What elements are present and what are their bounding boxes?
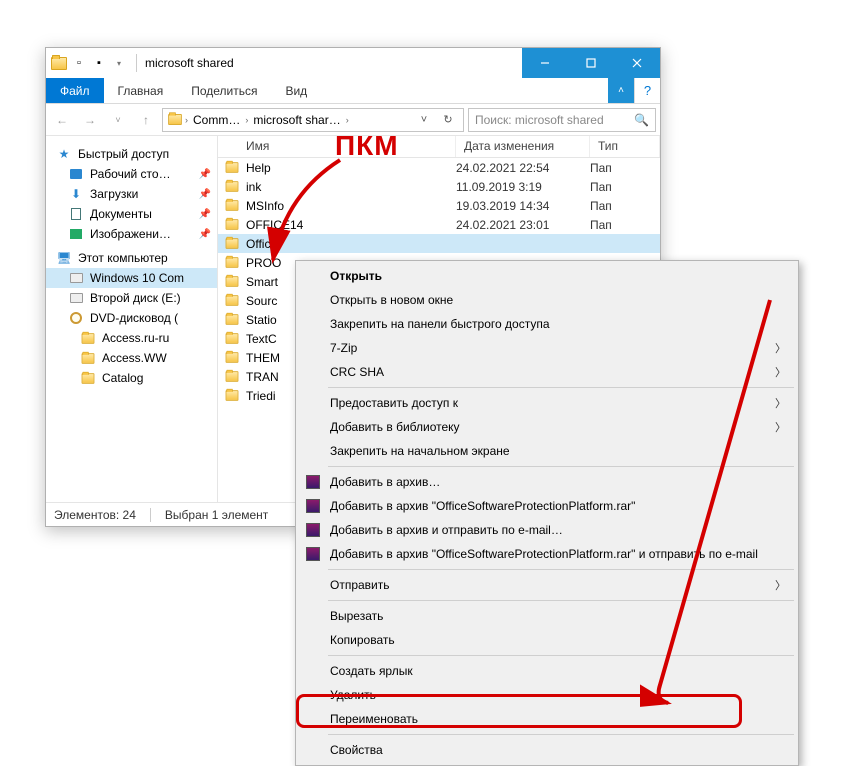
- file-date: 24.02.2021 23:01: [456, 218, 590, 232]
- file-date: 19.03.2019 14:34: [456, 199, 590, 213]
- nav-cdrive[interactable]: Windows 10 Com: [46, 268, 217, 288]
- nav-folder[interactable]: Access.ru-ru: [46, 328, 217, 348]
- qat-dropdown-icon[interactable]: ▾: [110, 54, 128, 72]
- file-row[interactable]: Office: [218, 234, 660, 253]
- ctx-copy[interactable]: Копировать: [298, 628, 796, 652]
- rar-icon: [304, 521, 322, 539]
- tab-home[interactable]: Главная: [104, 78, 178, 103]
- ctx-7zip[interactable]: 7-Zip〉: [298, 336, 796, 360]
- refresh-icon[interactable]: ↻: [437, 109, 459, 131]
- maximize-button[interactable]: [568, 48, 614, 78]
- ctx-cut[interactable]: Вырезать: [298, 604, 796, 628]
- nav-pictures[interactable]: Изображени…📌: [46, 224, 217, 244]
- nav-pane: ★Быстрый доступ Рабочий сто…📌 ⬇Загрузки📌…: [46, 136, 218, 502]
- ctx-delete[interactable]: Удалить: [298, 683, 796, 707]
- file-row[interactable]: Help24.02.2021 22:54Пап: [218, 158, 660, 177]
- file-name: MSInfo: [246, 199, 456, 213]
- ctx-pin-start[interactable]: Закрепить на начальном экране: [298, 439, 796, 463]
- submenu-arrow-icon: 〉: [775, 577, 786, 593]
- file-date: 24.02.2021 22:54: [456, 161, 590, 175]
- recent-dropdown[interactable]: ˅: [106, 108, 130, 132]
- file-name: Help: [246, 161, 456, 175]
- nav-ddrive[interactable]: Второй диск (E:): [46, 288, 217, 308]
- search-placeholder: Поиск: microsoft shared: [475, 113, 604, 127]
- rar-icon: [304, 473, 322, 491]
- search-icon[interactable]: 🔍: [634, 113, 649, 127]
- file-type: Пап: [590, 180, 660, 194]
- nav-desktop[interactable]: Рабочий сто…📌: [46, 164, 217, 184]
- ctx-add-archive-named-email[interactable]: Добавить в архив "OfficeSoftwareProtecti…: [298, 542, 796, 566]
- ctx-give-access[interactable]: Предоставить доступ к〉: [298, 391, 796, 415]
- ctx-open[interactable]: Открыть: [298, 264, 796, 288]
- pin-icon: 📌: [199, 209, 211, 220]
- ribbon-collapse-icon[interactable]: ˄: [608, 78, 634, 103]
- rar-icon: [304, 545, 322, 563]
- pin-icon: 📌: [199, 229, 211, 240]
- nav-dvd[interactable]: DVD-дисковод (: [46, 308, 217, 328]
- file-type: Пап: [590, 161, 660, 175]
- ctx-properties[interactable]: Свойства: [298, 738, 796, 762]
- file-name: Office: [246, 237, 456, 251]
- nav-documents[interactable]: Документы📌: [46, 204, 217, 224]
- submenu-arrow-icon: 〉: [775, 364, 786, 380]
- file-name: OFFICE14: [246, 218, 456, 232]
- pin-icon: 📌: [199, 189, 211, 200]
- ctx-add-library[interactable]: Добавить в библиотеку〉: [298, 415, 796, 439]
- ctx-crc-sha[interactable]: CRC SHA〉: [298, 360, 796, 384]
- submenu-arrow-icon: 〉: [775, 340, 786, 356]
- file-date: 11.09.2019 3:19: [456, 180, 590, 194]
- file-type: Пап: [590, 199, 660, 213]
- ctx-pin-quick-access[interactable]: Закрепить на панели быстрого доступа: [298, 312, 796, 336]
- ctx-create-shortcut[interactable]: Создать ярлык: [298, 659, 796, 683]
- help-icon[interactable]: ?: [634, 78, 660, 103]
- tab-file[interactable]: Файл: [46, 78, 104, 103]
- status-count: Элементов: 24: [54, 508, 136, 522]
- tab-view[interactable]: Вид: [271, 78, 321, 103]
- qat-newfolder-icon[interactable]: ▪: [90, 54, 108, 72]
- ctx-add-archive-email[interactable]: Добавить в архив и отправить по e-mail…: [298, 518, 796, 542]
- file-row[interactable]: OFFICE1424.02.2021 23:01Пап: [218, 215, 660, 234]
- titlebar: ▫ ▪ ▾ microsoft shared: [46, 48, 660, 78]
- close-button[interactable]: [614, 48, 660, 78]
- submenu-arrow-icon: 〉: [775, 395, 786, 411]
- rar-icon: [304, 497, 322, 515]
- address-dropdown-icon[interactable]: ˅: [413, 109, 435, 131]
- file-row[interactable]: MSInfo19.03.2019 14:34Пап: [218, 196, 660, 215]
- file-row[interactable]: ink11.09.2019 3:19Пап: [218, 177, 660, 196]
- ctx-send-to[interactable]: Отправить〉: [298, 573, 796, 597]
- up-button[interactable]: ↑: [134, 108, 158, 132]
- address-bar[interactable]: › Comm… › microsoft shar… › ˅ ↻: [162, 108, 464, 132]
- file-type: Пап: [590, 218, 660, 232]
- breadcrumb[interactable]: Comm…: [190, 113, 243, 127]
- file-name: ink: [246, 180, 456, 194]
- back-button[interactable]: ←: [50, 108, 74, 132]
- column-date[interactable]: Дата изменения: [456, 136, 590, 157]
- minimize-button[interactable]: [522, 48, 568, 78]
- column-type[interactable]: Тип: [590, 136, 660, 157]
- ctx-add-archive-named[interactable]: Добавить в архив "OfficeSoftwareProtecti…: [298, 494, 796, 518]
- window-title: microsoft shared: [141, 56, 522, 70]
- ctx-rename[interactable]: Переименовать: [298, 707, 796, 731]
- search-input[interactable]: Поиск: microsoft shared 🔍: [468, 108, 656, 132]
- nav-folder[interactable]: Access.WW: [46, 348, 217, 368]
- nav-downloads[interactable]: ⬇Загрузки📌: [46, 184, 217, 204]
- annotation-label: ПКМ: [335, 130, 399, 162]
- forward-button[interactable]: →: [78, 108, 102, 132]
- ribbon-tabs: Файл Главная Поделиться Вид ˄ ?: [46, 78, 660, 104]
- tab-share[interactable]: Поделиться: [177, 78, 271, 103]
- context-menu: Открыть Открыть в новом окне Закрепить н…: [295, 260, 799, 766]
- pin-icon: 📌: [199, 169, 211, 180]
- nav-thispc[interactable]: 🖥Этот компьютер: [46, 248, 217, 268]
- breadcrumb[interactable]: microsoft shar…: [250, 113, 343, 127]
- nav-quick-access[interactable]: ★Быстрый доступ: [46, 144, 217, 164]
- submenu-arrow-icon: 〉: [775, 419, 786, 435]
- qat-properties-icon[interactable]: ▫: [70, 54, 88, 72]
- status-selection: Выбран 1 элемент: [165, 508, 268, 522]
- ctx-open-new-window[interactable]: Открыть в новом окне: [298, 288, 796, 312]
- nav-folder[interactable]: Catalog: [46, 368, 217, 388]
- ctx-add-archive[interactable]: Добавить в архив…: [298, 470, 796, 494]
- folder-icon: [50, 54, 68, 72]
